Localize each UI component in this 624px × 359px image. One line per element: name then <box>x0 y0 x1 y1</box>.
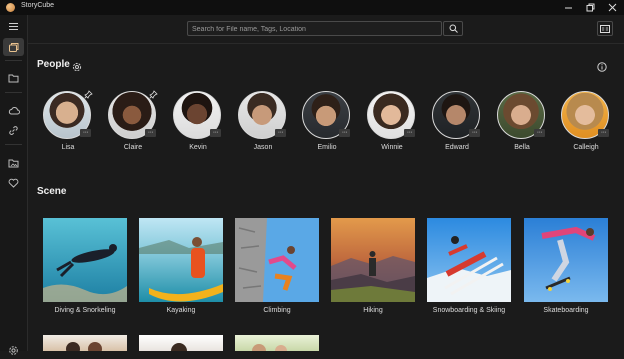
people-photo <box>252 344 287 351</box>
scene-thumbnail[interactable] <box>235 218 319 302</box>
search-box[interactable] <box>187 21 442 36</box>
scene-thumbnail[interactable] <box>524 218 608 302</box>
sidebar-item-local-folders[interactable] <box>3 154 24 172</box>
more-options-button[interactable]: ··· <box>210 129 221 137</box>
sidebar <box>0 15 28 355</box>
scene-name: Diving & Snorkeling <box>54 307 116 314</box>
scene-thumbnail[interactable] <box>43 218 127 302</box>
hiking-photo <box>331 218 415 302</box>
people-photo <box>66 342 102 351</box>
scene-name: Climbing <box>263 307 291 314</box>
restore-icon <box>586 3 594 12</box>
more-icon: ··· <box>82 129 89 136</box>
close-button[interactable] <box>601 0 623 15</box>
scene-name: Hiking <box>363 307 383 314</box>
scene-card-partial[interactable] <box>235 335 319 351</box>
heart-icon <box>8 178 19 188</box>
skateboarding-photo <box>524 218 608 302</box>
scene-name: Kayaking <box>166 307 196 314</box>
kayaking-photo <box>139 218 223 302</box>
person-name: Emilio <box>317 144 337 151</box>
sidebar-divider <box>5 144 22 145</box>
photos-icon <box>9 42 19 52</box>
more-icon: ··· <box>471 129 478 136</box>
person-name: Bella <box>514 144 530 151</box>
more-icon: ··· <box>406 129 413 136</box>
sidebar-item-photos[interactable] <box>3 38 24 56</box>
sidebar-item-settings[interactable] <box>3 341 24 359</box>
folder-icon <box>8 74 19 83</box>
search-icon <box>449 24 458 33</box>
sidebar-divider <box>5 92 22 93</box>
top-bar <box>28 15 624 44</box>
pin-icon[interactable] <box>84 90 93 99</box>
close-icon <box>608 3 616 12</box>
title-bar: StoryCube <box>0 0 624 15</box>
sidebar-divider <box>5 60 22 61</box>
scene-thumbnail[interactable] <box>331 218 415 302</box>
person-name: Calleigh <box>573 144 599 151</box>
more-options-button[interactable]: ··· <box>404 129 415 137</box>
info-button[interactable] <box>597 59 607 77</box>
climbing-photo <box>235 218 319 302</box>
person-name: Claire <box>123 144 143 151</box>
people-settings-button[interactable] <box>72 59 82 77</box>
person-name: Lisa <box>61 144 75 151</box>
view-toggle-icon <box>600 24 610 33</box>
scene-thumbnail[interactable] <box>427 218 511 302</box>
more-icon: ··· <box>600 129 607 136</box>
more-options-button[interactable]: ··· <box>80 129 91 137</box>
cloud-icon <box>8 106 20 114</box>
skiing-photo <box>427 218 511 302</box>
person-name: Jason <box>253 144 273 151</box>
gear-icon <box>72 62 82 72</box>
more-icon: ··· <box>536 129 543 136</box>
more-options-button[interactable]: ··· <box>534 129 545 137</box>
scene-thumbnail[interactable] <box>139 218 223 302</box>
person-name: Edward <box>445 144 469 151</box>
diving-photo <box>43 218 127 302</box>
more-icon: ··· <box>277 129 284 136</box>
more-icon: ··· <box>212 129 219 136</box>
sidebar-item-folders[interactable] <box>3 69 24 87</box>
search-input[interactable] <box>192 24 437 34</box>
menu-button[interactable] <box>3 17 24 35</box>
people-photo <box>171 343 187 351</box>
search-button[interactable] <box>443 21 463 36</box>
gear-icon <box>9 345 18 355</box>
scene-card-partial[interactable] <box>43 335 127 351</box>
folder-image-icon <box>8 159 19 168</box>
minimize-button[interactable] <box>557 0 579 15</box>
more-options-button[interactable]: ··· <box>469 129 480 137</box>
more-options-button[interactable]: ··· <box>145 129 156 137</box>
sidebar-item-favorites[interactable] <box>3 174 24 192</box>
more-options-button[interactable]: ··· <box>275 129 286 137</box>
sidebar-item-links[interactable] <box>3 121 24 139</box>
more-icon: ··· <box>147 129 154 136</box>
view-toggle-button[interactable] <box>597 21 613 36</box>
more-icon: ··· <box>341 129 348 136</box>
sidebar-item-cloud[interactable] <box>3 101 24 119</box>
person-name: Kevin <box>189 144 207 151</box>
app-title: StoryCube <box>21 2 55 9</box>
restore-button[interactable] <box>579 0 601 15</box>
minimize-icon <box>564 7 572 9</box>
link-icon <box>9 125 18 135</box>
pin-icon[interactable] <box>149 90 158 99</box>
scene-name: Snowboarding & Skiing <box>432 307 506 314</box>
scene-card-partial[interactable] <box>139 335 223 351</box>
people-section-title: People <box>37 59 70 70</box>
scene-section-title: Scene <box>37 186 67 197</box>
more-options-button[interactable]: ··· <box>339 129 350 137</box>
hamburger-menu-icon <box>9 22 18 30</box>
person-name: Winnie <box>381 144 403 151</box>
scene-name: Skateboarding <box>543 307 589 314</box>
app-logo-icon <box>6 3 15 12</box>
more-options-button[interactable]: ··· <box>598 129 609 137</box>
info-icon <box>597 62 607 72</box>
